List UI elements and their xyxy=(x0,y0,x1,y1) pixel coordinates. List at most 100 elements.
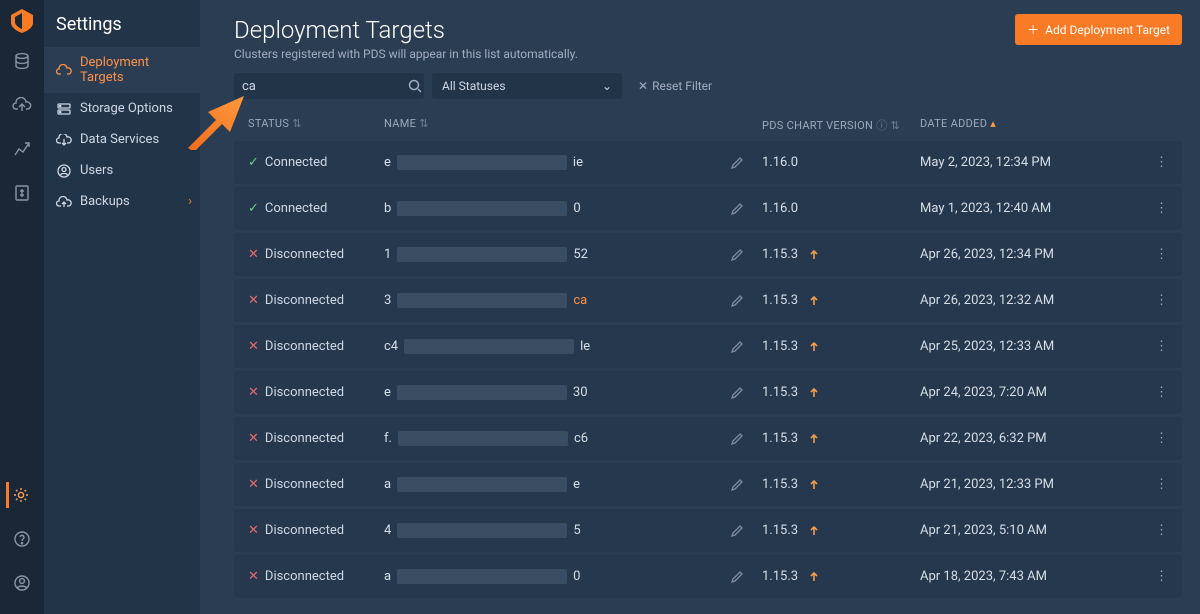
table-header: STATUS⇅ NAME⇅ PDS CHART VERSION ⓘ⇅ DATE … xyxy=(234,109,1182,141)
status-cell: ✕Disconnected xyxy=(248,523,384,538)
sort-icon: ⇅ xyxy=(419,117,429,130)
status-cell: ✓Connected xyxy=(248,201,384,216)
edit-icon[interactable] xyxy=(730,386,744,400)
table-row[interactable]: ✕Disconnected1521.15.3Apr 26, 2023, 12:3… xyxy=(234,233,1182,276)
sidebar-item-users[interactable]: Users xyxy=(44,155,200,186)
date-cell: Apr 24, 2023, 7:20 AM xyxy=(920,385,1132,400)
column-date-added[interactable]: DATE ADDED ▴ xyxy=(920,117,1132,133)
table-row[interactable]: ✕Disconnected3ca1.15.3Apr 26, 2023, 12:3… xyxy=(234,279,1182,322)
kebab-menu-icon[interactable]: ⋮ xyxy=(1155,339,1168,354)
upgrade-available-icon[interactable] xyxy=(808,525,820,537)
table-row[interactable]: ✕Disconnectede301.15.3Apr 24, 2023, 7:20… xyxy=(234,371,1182,414)
table-row[interactable]: ✕Disconnectedc4le1.15.3Apr 25, 2023, 12:… xyxy=(234,325,1182,368)
status-text: Disconnected xyxy=(265,293,344,308)
row-actions[interactable]: ⋮ xyxy=(1132,293,1168,308)
search-icon[interactable] xyxy=(408,79,422,93)
rail-chart-icon[interactable] xyxy=(9,136,35,162)
status-cell: ✕Disconnected xyxy=(248,569,384,584)
chevron-right-icon: › xyxy=(188,194,192,209)
sidebar-item-backups[interactable]: Backups› xyxy=(44,186,200,217)
upgrade-available-icon[interactable] xyxy=(808,387,820,399)
upgrade-available-icon[interactable] xyxy=(808,571,820,583)
page-subtitle: Clusters registered with PDS will appear… xyxy=(234,47,1182,61)
upgrade-available-icon[interactable] xyxy=(808,295,820,307)
kebab-menu-icon[interactable]: ⋮ xyxy=(1155,155,1168,170)
row-actions[interactable]: ⋮ xyxy=(1132,385,1168,400)
redacted-name xyxy=(397,293,567,308)
edit-icon[interactable] xyxy=(730,478,744,492)
sidebar-item-storage-options[interactable]: Storage Options xyxy=(44,93,200,124)
status-filter-select[interactable]: All Statuses ⌄ xyxy=(432,73,622,99)
search-input[interactable] xyxy=(242,79,408,94)
chevron-down-icon: ⌄ xyxy=(602,79,612,93)
kebab-menu-icon[interactable]: ⋮ xyxy=(1155,569,1168,584)
sort-icon: ⇅ xyxy=(292,117,302,130)
kebab-menu-icon[interactable]: ⋮ xyxy=(1155,293,1168,308)
redacted-name xyxy=(397,155,567,170)
date-cell: Apr 21, 2023, 12:33 PM xyxy=(920,477,1132,492)
x-icon: ✕ xyxy=(248,247,259,262)
upgrade-available-icon[interactable] xyxy=(808,433,820,445)
row-actions[interactable]: ⋮ xyxy=(1132,339,1168,354)
rail-database-icon[interactable] xyxy=(9,48,35,74)
rail-cloud-upload-icon[interactable] xyxy=(9,92,35,118)
upgrade-available-icon[interactable] xyxy=(808,341,820,353)
sidebar-item-data-services[interactable]: Data Services xyxy=(44,124,200,155)
sidebar-item-label: Users xyxy=(80,163,113,178)
brand-logo[interactable] xyxy=(9,8,35,34)
status-text: Disconnected xyxy=(265,477,344,492)
kebab-menu-icon[interactable]: ⋮ xyxy=(1155,431,1168,446)
edit-icon[interactable] xyxy=(730,156,744,170)
status-text: Disconnected xyxy=(265,247,344,262)
reset-filter-button[interactable]: ✕ Reset Filter xyxy=(638,79,712,93)
rail-settings-icon[interactable] xyxy=(6,482,32,508)
column-version[interactable]: PDS CHART VERSION ⓘ⇅ xyxy=(762,117,920,133)
edit-icon[interactable] xyxy=(730,524,744,538)
edit-icon[interactable] xyxy=(730,570,744,584)
table-row[interactable]: ✕Disconnected451.15.3Apr 21, 2023, 5:10 … xyxy=(234,509,1182,552)
table-row[interactable]: ✕Disconnecteda01.15.3Apr 18, 2023, 7:43 … xyxy=(234,555,1182,598)
status-cell: ✕Disconnected xyxy=(248,293,384,308)
kebab-menu-icon[interactable]: ⋮ xyxy=(1155,247,1168,262)
table-row[interactable]: ✕Disconnectedae1.15.3Apr 21, 2023, 12:33… xyxy=(234,463,1182,506)
icon-rail xyxy=(0,0,44,614)
edit-icon[interactable] xyxy=(730,340,744,354)
row-actions[interactable]: ⋮ xyxy=(1132,523,1168,538)
column-name[interactable]: NAME⇅ xyxy=(384,117,762,133)
table-row[interactable]: ✓Connectedeie1.16.0May 2, 2023, 12:34 PM… xyxy=(234,141,1182,184)
edit-icon[interactable] xyxy=(730,432,744,446)
help-icon[interactable]: ⓘ xyxy=(876,119,887,132)
version-cell: 1.16.0 xyxy=(762,201,920,216)
row-actions[interactable]: ⋮ xyxy=(1132,569,1168,584)
row-actions[interactable]: ⋮ xyxy=(1132,431,1168,446)
edit-icon[interactable] xyxy=(730,202,744,216)
upgrade-available-icon[interactable] xyxy=(808,249,820,261)
rail-billing-icon[interactable] xyxy=(9,180,35,206)
version-cell: 1.15.3 xyxy=(762,477,920,492)
kebab-menu-icon[interactable]: ⋮ xyxy=(1155,201,1168,216)
check-icon: ✓ xyxy=(248,201,259,216)
date-cell: Apr 18, 2023, 7:43 AM xyxy=(920,569,1132,584)
table-row[interactable]: ✕Disconnectedf.c61.15.3Apr 22, 2023, 6:3… xyxy=(234,417,1182,460)
redacted-name xyxy=(397,201,567,216)
kebab-menu-icon[interactable]: ⋮ xyxy=(1155,385,1168,400)
kebab-menu-icon[interactable]: ⋮ xyxy=(1155,523,1168,538)
upgrade-available-icon[interactable] xyxy=(808,479,820,491)
edit-icon[interactable] xyxy=(730,248,744,262)
add-deployment-target-button[interactable]: ＋ Add Deployment Target xyxy=(1015,14,1182,45)
edit-icon[interactable] xyxy=(730,294,744,308)
row-actions[interactable]: ⋮ xyxy=(1132,247,1168,262)
storage-icon xyxy=(56,102,72,116)
sidebar-item-deployment-targets[interactable]: Deployment Targets xyxy=(44,47,200,93)
rail-account-icon[interactable] xyxy=(9,570,35,596)
kebab-menu-icon[interactable]: ⋮ xyxy=(1155,477,1168,492)
row-actions[interactable]: ⋮ xyxy=(1132,155,1168,170)
column-status[interactable]: STATUS⇅ xyxy=(248,117,384,133)
x-icon: ✕ xyxy=(248,339,259,354)
table-row[interactable]: ✓Connectedb01.16.0May 1, 2023, 12:40 AM⋮ xyxy=(234,187,1182,230)
row-actions[interactable]: ⋮ xyxy=(1132,477,1168,492)
name-cell: f.c6 xyxy=(384,431,762,446)
rail-help-icon[interactable] xyxy=(9,526,35,552)
row-actions[interactable]: ⋮ xyxy=(1132,201,1168,216)
redacted-name xyxy=(397,247,567,262)
